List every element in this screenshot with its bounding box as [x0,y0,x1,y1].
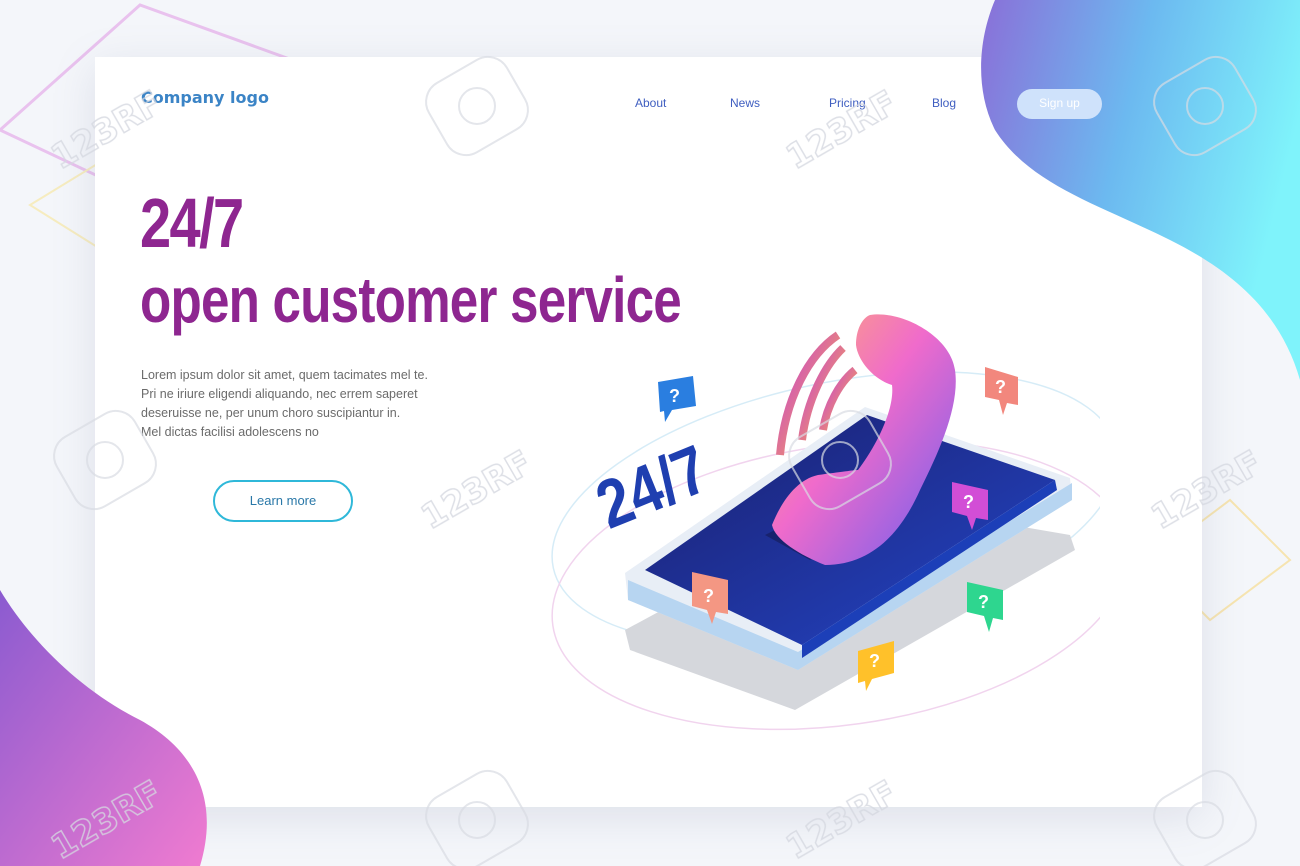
phone-support-illustration: 24/7 ? ? ? ? ? ? [551,314,1100,731]
bubble-question-mark: ? [978,592,989,612]
learn-more-button[interactable]: Learn more [213,480,353,522]
question-bubble-green: ? [967,582,1003,632]
nav-news[interactable]: News [730,96,760,110]
blob-bottom-left [0,590,207,866]
hero-body-line-3: deseruisse ne, per unum choro suscipiant… [141,406,401,420]
bubble-question-mark: ? [995,377,1006,397]
hero-body-line-2: Pri ne iriure eligendi aliquando, nec er… [141,387,418,401]
bubble-question-mark: ? [703,586,714,606]
question-bubble-salmon-top: ? [985,367,1018,415]
nav-blog[interactable]: Blog [932,96,956,110]
nav-pricing[interactable]: Pricing [829,96,866,110]
bubble-question-mark: ? [963,492,974,512]
sign-up-button[interactable]: Sign up [1017,89,1102,119]
hero-title-line-1: 24/7 [140,184,244,262]
nav-about[interactable]: About [635,96,666,110]
company-logo[interactable]: Company logo [141,88,269,107]
hero-body-line-1: Lorem ipsum dolor sit amet, quem tacimat… [141,368,428,382]
bubble-question-mark: ? [669,386,680,406]
question-bubble-blue: ? [658,376,696,422]
hero-body-line-4: Mel dictas facilisi adolescens no [141,425,319,439]
bubble-question-mark: ? [869,651,880,671]
